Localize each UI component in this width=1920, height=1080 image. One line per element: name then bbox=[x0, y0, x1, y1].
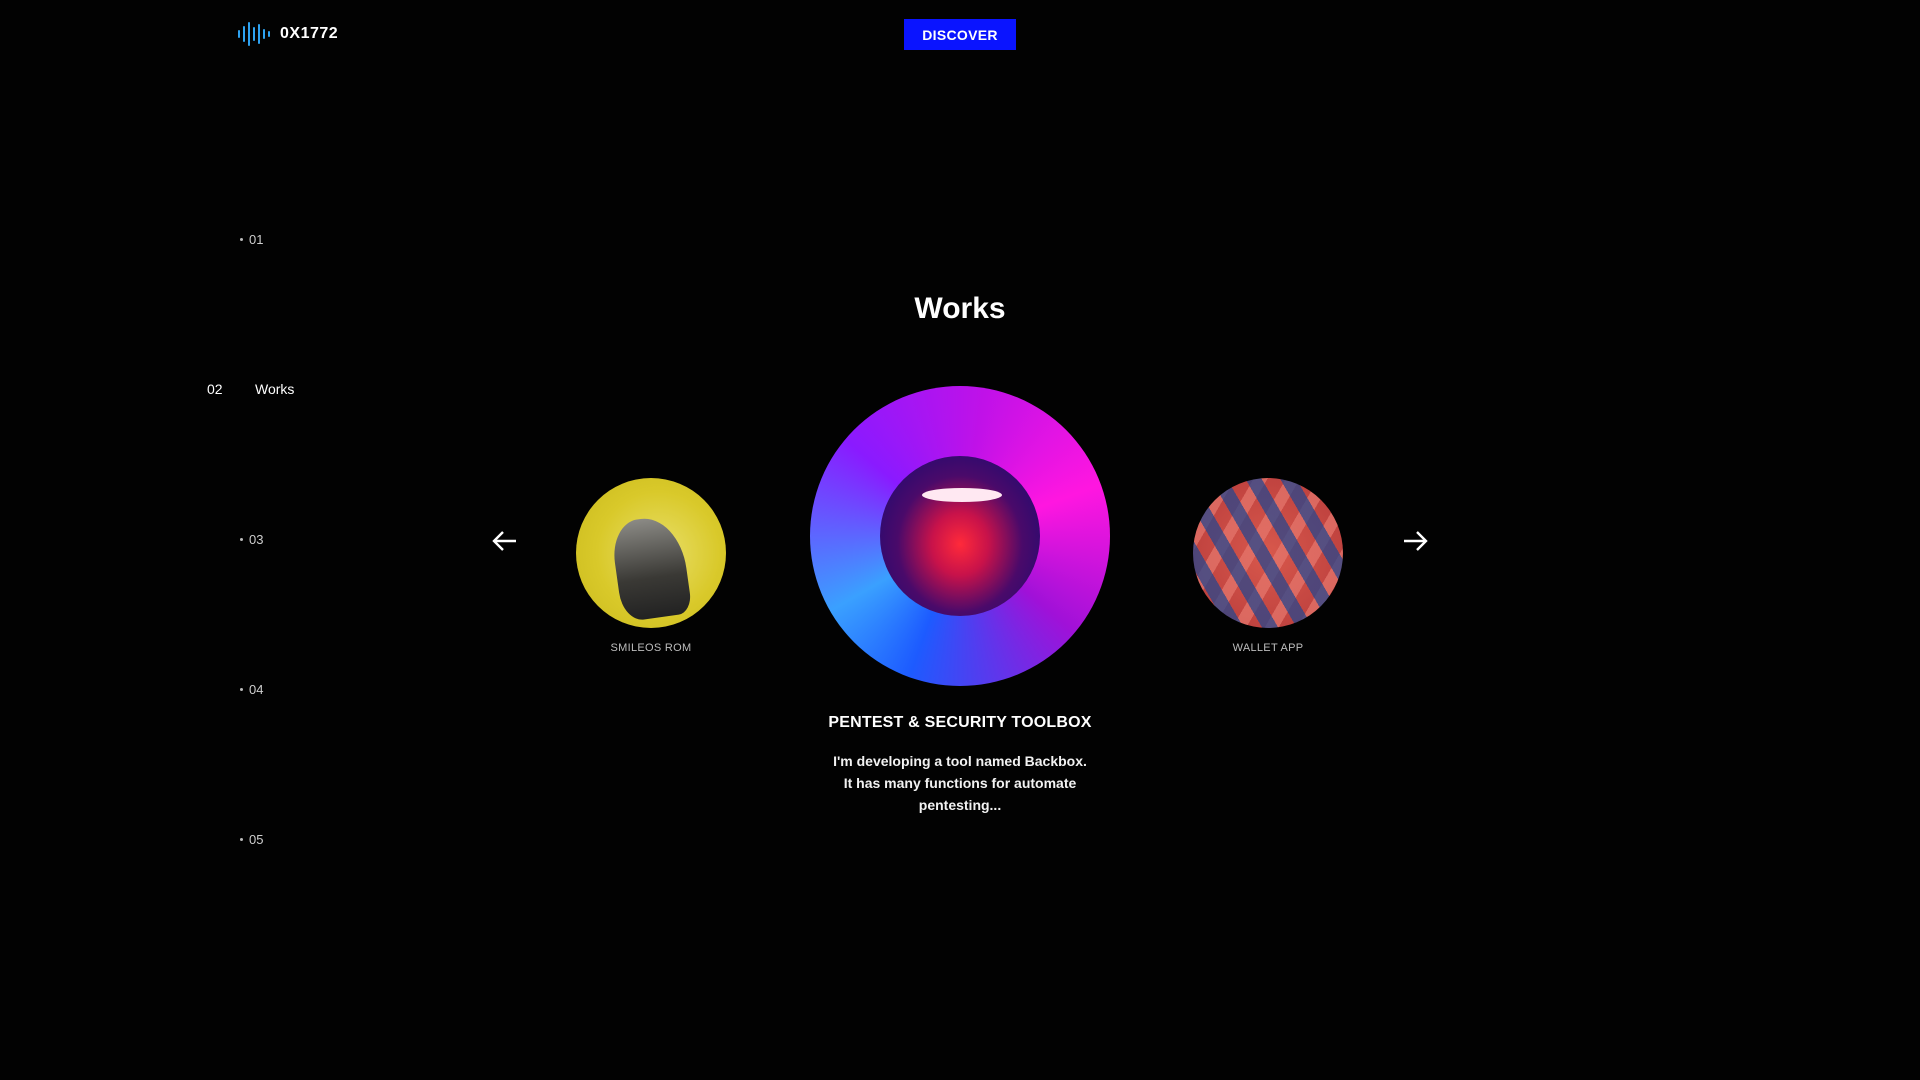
nav-dot-icon bbox=[240, 687, 243, 691]
nav-item-01[interactable]: 01 bbox=[200, 229, 263, 249]
nav-item-number: 02 bbox=[207, 381, 223, 397]
nav-item-02[interactable]: 02 Works bbox=[207, 379, 294, 399]
nav-item-number: 04 bbox=[249, 681, 264, 697]
carousel-item-label: SMILEOS ROM bbox=[610, 642, 692, 654]
page: 0X1772 DISCOVER 01 02 Works 03 04 05 Wor… bbox=[0, 0, 1920, 1080]
nav-item-number: 01 bbox=[249, 231, 264, 247]
featured-description: I'm developing a tool named Backbox. It … bbox=[833, 753, 1087, 813]
statue-shape bbox=[609, 513, 693, 623]
nav-item-05[interactable]: 05 bbox=[200, 829, 263, 849]
soundwave-icon bbox=[238, 22, 270, 46]
nav-dot-icon bbox=[240, 237, 243, 241]
lips-shape bbox=[880, 456, 1040, 616]
featured-title: PENTEST & SECURITY TOOLBOX bbox=[828, 714, 1092, 731]
wallet-app-image bbox=[1193, 478, 1343, 628]
brand-name: 0X1772 bbox=[280, 25, 339, 42]
carousel-item-wallet-app[interactable]: WALLET APP bbox=[1193, 478, 1343, 654]
nav-item-04[interactable]: 04 bbox=[200, 679, 263, 699]
carousel-item-smileos-rom[interactable]: SMILEOS ROM bbox=[576, 478, 726, 654]
teeth-shape bbox=[922, 488, 1002, 502]
nav-item-number: 05 bbox=[249, 831, 264, 847]
nav-dot-icon bbox=[240, 837, 243, 841]
section-title: Works bbox=[914, 292, 1006, 325]
arrow-right-icon[interactable] bbox=[1400, 528, 1430, 554]
nav-item-03[interactable]: 03 bbox=[200, 529, 263, 549]
carousel-item-label: WALLET APP bbox=[1232, 642, 1304, 654]
arrow-left-icon[interactable] bbox=[490, 528, 520, 554]
carousel-item-featured[interactable]: PENTEST & SECURITY TOOLBOX I'm developin… bbox=[810, 386, 1110, 816]
nav-item-label: Works bbox=[255, 381, 295, 397]
smileos-rom-image bbox=[576, 478, 726, 628]
nav-dot-icon bbox=[240, 537, 243, 541]
brand-logo[interactable]: 0X1772 bbox=[238, 22, 338, 46]
discover-button[interactable]: DISCOVER bbox=[904, 19, 1016, 50]
featured-image bbox=[810, 386, 1110, 686]
nav-item-number: 03 bbox=[249, 531, 264, 547]
